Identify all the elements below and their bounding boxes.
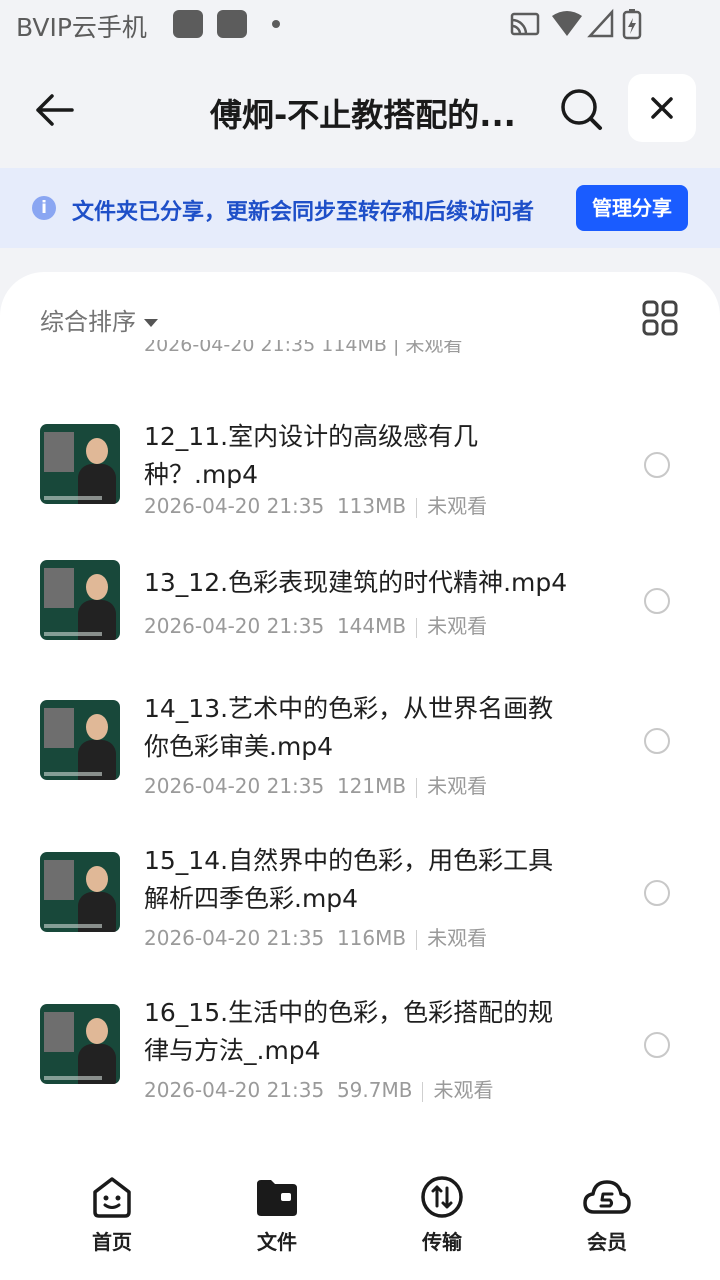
select-checkbox[interactable] [644,880,670,906]
manage-share-button[interactable]: 管理分享 [576,185,688,231]
video-thumbnail [40,700,120,780]
tab-transfer[interactable]: 传输 [382,1174,502,1255]
system-status-icons [510,8,642,40]
select-checkbox[interactable] [644,728,670,754]
file-name: 14_13.艺术中的色彩，从世界名画教你色彩审美.mp4 [144,694,554,761]
notification-app-icon [173,10,203,38]
file-name: 15_14.自然界中的色彩，用色彩工具解析四季色彩.mp4 [144,846,554,913]
search-icon[interactable] [558,86,604,132]
back-arrow-icon[interactable] [32,88,76,132]
file-size: 116MB [336,926,407,950]
folder-icon [257,1180,297,1216]
select-checkbox[interactable] [644,1032,670,1058]
watch-status: 未观看 [427,774,488,798]
tab-vip[interactable]: 会员 [547,1174,667,1255]
file-date: 2026-04-20 21:35 [144,494,325,518]
watch-status: 未观看 [427,494,488,518]
caret-down-icon [144,319,158,327]
notification-app-icon [217,10,247,38]
file-meta: 2026-04-20 21:35 121MB 未观看 [144,770,487,799]
signal-icon [587,8,614,38]
more-notifications-icon [272,20,280,28]
transfer-icon [421,1176,463,1218]
video-thumbnail [40,852,120,932]
bottom-tab-bar: 首页 文件 传输 会员 [0,1160,720,1280]
share-notice-banner: i 文件夹已分享，更新会同步至转存和后续访问者 管理分享 [0,168,720,248]
tab-label: 文件 [257,1230,297,1254]
video-thumbnail [40,424,120,504]
watch-status: 未观看 [433,1078,494,1102]
close-icon [651,97,673,119]
file-date: 2026-04-20 21:35 [144,926,325,950]
file-meta: 2026-04-20 21:35 113MB 未观看 [144,490,487,519]
tab-files[interactable]: 文件 [217,1174,337,1255]
sort-label: 综合排序 [40,308,136,336]
watch-status: 未观看 [427,926,488,950]
file-size: 113MB [336,494,407,518]
file-name: 12_11.室内设计的高级感有几种？.mp4 [144,422,479,489]
status-bar: BVIP云手机 [0,0,720,50]
file-list: 2026-04-20 21:35 114MB | 未观看 12_11.室内设计的… [0,340,720,1150]
file-date: 2026-04-20 21:35 [144,1078,325,1102]
file-size: 59.7MB [336,1078,413,1102]
cast-icon [510,12,540,36]
close-button[interactable] [628,74,696,142]
tab-home[interactable]: 首页 [52,1174,172,1255]
battery-icon [622,9,642,40]
select-checkbox[interactable] [644,452,670,478]
page-title: 傅炯-不止教搭配的... [210,96,516,134]
file-meta: 2026-04-20 21:35 116MB 未观看 [144,922,487,951]
select-checkbox[interactable] [644,588,670,614]
grid-view-icon[interactable] [642,300,678,336]
info-icon: i [32,196,56,220]
file-list-card: 综合排序 2026-04-20 21:35 114MB | 未观看 12_11.… [0,272,720,1280]
video-thumbnail [40,560,120,640]
tab-label: 首页 [92,1230,132,1254]
file-size: 121MB [336,774,407,798]
carrier-label: BVIP云手机 [16,13,147,42]
file-date: 2026-04-20 21:35 [144,614,325,638]
watch-status: 未观看 [427,614,488,638]
top-nav-bar: 傅炯-不止教搭配的... [0,60,720,160]
tab-label: 会员 [587,1230,627,1254]
sort-dropdown[interactable]: 综合排序 [40,302,158,337]
vip-cloud-icon [583,1180,631,1214]
share-notice-text: 文件夹已分享，更新会同步至转存和后续访问者 [72,200,535,225]
wifi-icon [552,11,582,36]
file-name: 16_15.生活中的色彩，色彩搭配的规律与方法_.mp4 [144,998,554,1065]
tab-label: 传输 [422,1230,462,1254]
home-smile-icon [93,1177,131,1218]
file-name: 13_12.色彩表现建筑的时代精神.mp4 [144,568,568,597]
file-size: 144MB [336,614,407,638]
video-thumbnail [40,1004,120,1084]
file-date: 2026-04-20 21:35 [144,774,325,798]
clipped-file-meta: 2026-04-20 21:35 114MB | 未观看 [144,340,463,356]
file-meta: 2026-04-20 21:35 59.7MB 未观看 [144,1074,493,1103]
file-meta: 2026-04-20 21:35 144MB 未观看 [144,610,487,639]
